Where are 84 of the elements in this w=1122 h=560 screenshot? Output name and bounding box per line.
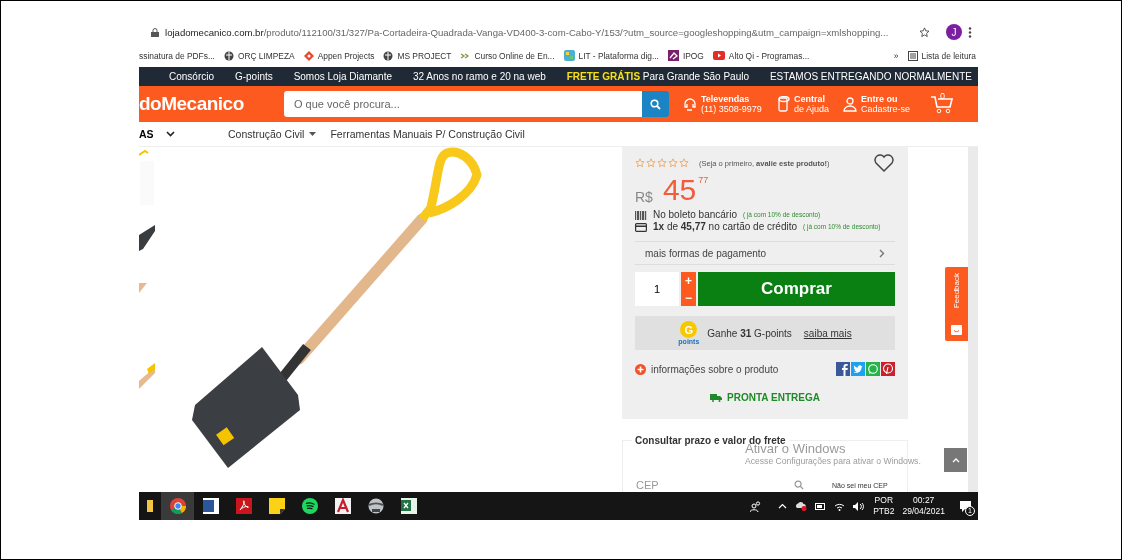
rating-stars[interactable] [635,158,689,168]
category-link[interactable]: Construção Civil [228,128,317,140]
categories-menu[interactable]: AS [139,128,228,140]
price: 45 [662,175,697,205]
product-info-link[interactable]: informações sobre o produto [635,363,835,375]
gpoints-text: Ganhe 31 G-points [707,327,792,339]
more-payments-link[interactable]: mais formas de pagamento [635,241,895,265]
heart-icon[interactable] [873,153,895,173]
barcode-icon [635,210,647,220]
people-icon[interactable] [750,500,763,512]
facebook-icon[interactable] [836,362,850,376]
star-icon [668,158,678,168]
bookmark[interactable]: LIT - Plataforma dig... [563,50,659,61]
payment-option: No boleto bancário [653,209,737,221]
activation-message: Acesse Configurações para ativar o Windows. [745,456,921,466]
top-nav-link[interactable]: FRETE GRÁTIS Para Grande São Paulo [566,71,750,82]
star-icon [646,158,656,168]
play-icon [712,51,725,60]
clock[interactable]: 00:27 29/04/2021 [902,495,945,517]
diamond-icon [303,50,314,61]
cloud-error-icon[interactable] [795,501,808,511]
bookmarks-overflow[interactable]: » [893,50,899,61]
globe-icon [383,50,394,61]
keyboard-language-indicator[interactable]: POR PTB2 [873,495,895,517]
chevron-up-icon [951,457,960,463]
speaker-icon[interactable] [853,501,866,511]
category-link[interactable]: Ferramentas Manuais P/ Construção Civil [330,128,525,140]
list-icon [907,50,918,61]
star-icon[interactable] [919,26,930,38]
user-icon [842,96,857,112]
top-nav-link[interactable]: Consórcio [169,71,215,82]
twitter-icon[interactable] [851,362,865,376]
chevron-right-icon [879,248,885,258]
bookmark[interactable]: MS PROJECT [383,50,452,61]
learn-more-link[interactable]: saiba mais [803,327,852,339]
star-icon [635,158,645,168]
currency-label: R$ [635,189,653,205]
star-icon [657,158,667,168]
pin-icon[interactable] [881,362,895,376]
top-nav-link[interactable]: Somos Loja Diamante [293,71,393,82]
top-nav-link[interactable]: 32 Anos no ramo e 20 na web [412,71,546,82]
plus-circle-icon [635,363,646,375]
bookmark[interactable]: ssinatura de PDFs... [139,50,215,61]
lock-icon [151,27,159,37]
browser-app-icon[interactable] [161,492,194,520]
bookmark[interactable]: Alto Qi - Programas... [712,50,810,61]
search-icon[interactable] [794,480,804,490]
bookmark[interactable]: Appen Projects [303,50,375,61]
gpoints-coin-icon: G [680,321,698,338]
smiley-icon [951,325,962,335]
top-nav-link[interactable]: ESTAMOS ENTREGANDO NORMALMENTE [769,71,972,82]
chevron-logo-icon [667,50,679,61]
notification-icon [959,499,972,513]
truck-icon [710,393,723,402]
search-field[interactable]: O que você procura... [284,91,642,117]
bookmark[interactable]: IPOG [667,50,704,61]
credit-card-icon [635,222,647,232]
bookmark[interactable]: ORÇ LIMPEZA [223,50,295,61]
star-icon [679,158,689,168]
in-stock-label: PRONTA ENTREGA [635,392,895,403]
buy-button[interactable]: Comprar [698,272,895,306]
search-button[interactable] [642,91,669,117]
payment-option: 1x de 45,77 no cartão de crédito [653,221,797,233]
chevron-up-icon[interactable] [778,503,788,509]
more-menu-icon[interactable] [968,26,972,38]
cart-icon [930,94,954,114]
top-nav-link[interactable]: G-points [234,71,273,82]
search-icon [650,98,661,110]
quantity-input[interactable]: 1 [635,272,679,306]
grid-icon [563,50,575,61]
chat-bubble-icon[interactable] [866,362,880,376]
bookmark[interactable]: Curso Online de En... [460,50,555,61]
headset-icon [683,96,697,112]
globe-icon [223,50,234,61]
phone-icon [775,96,790,112]
battery-icon[interactable] [815,502,827,510]
profile-avatar[interactable]: J [946,24,962,40]
wifi-icon[interactable] [834,501,846,511]
price-cents: 77 [698,175,709,185]
chevron-down-icon [165,131,175,137]
address-bar[interactable]: lojadomecanico.com.br/produto/112100/31/327/Pa-Cortadeira-Quadrada-Vanga-VD400-3-com-Cabo-Y/153/?utm_source=googleshopping&utm_campaign=xmlshopping... [165,26,913,38]
scrollbar[interactable] [968,147,978,492]
reading-list-button[interactable]: Lista de leitura [907,50,976,61]
cart-count: 0 [940,91,945,101]
